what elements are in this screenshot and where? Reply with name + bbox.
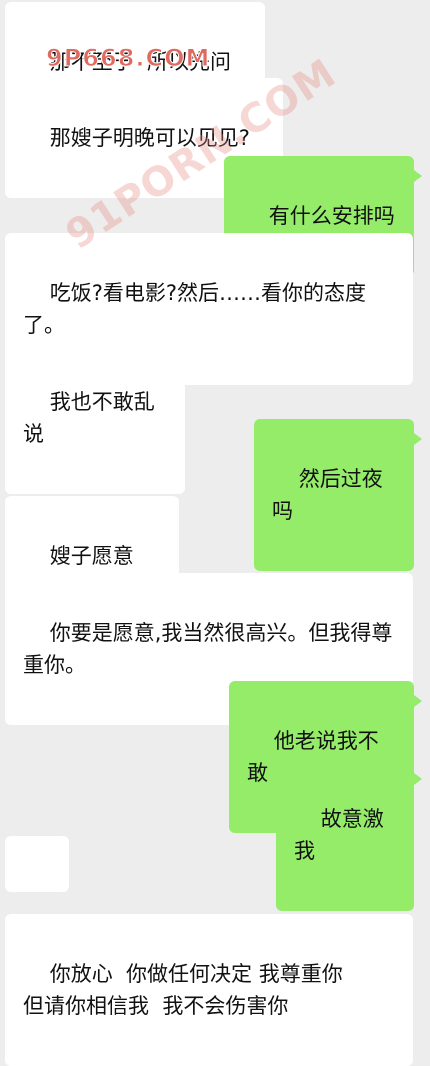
chat-conversation: 那不至于 所以先问问 那嫂子明晚可以见见? 有什么安排吗 吃饭?看电影?然后……… <box>0 0 430 1066</box>
message-bubble-outgoing[interactable]: 故意激我 <box>276 759 422 911</box>
message-text: 你放心 你做任何决定 我尊重你 但请你相信我 我不会伤害你 <box>23 962 343 1018</box>
message-text: 吃饭?看电影?然后……看你的态度了。 <box>23 281 366 337</box>
message-text: 你要是愿意,我当然很高兴。但我得尊重你。 <box>23 621 393 677</box>
message-bubble-incoming[interactable]: 我也不敢乱说 <box>5 342 185 494</box>
message-text: 有什么安排吗 <box>268 204 395 228</box>
message-text: 然后过夜吗 <box>272 467 383 523</box>
message-bubble-incoming[interactable] <box>5 836 69 944</box>
message-text: 故意激我 <box>294 807 384 863</box>
message-bubble-incoming[interactable]: 你放心 你做任何决定 我尊重你 但请你相信我 我不会伤害你 <box>5 914 413 1066</box>
message-text: 我也不敢乱说 <box>23 390 155 446</box>
message-text: 那嫂子明晚可以见见? <box>49 126 250 150</box>
message-bubble-outgoing[interactable]: 然后过夜吗 <box>254 419 422 571</box>
